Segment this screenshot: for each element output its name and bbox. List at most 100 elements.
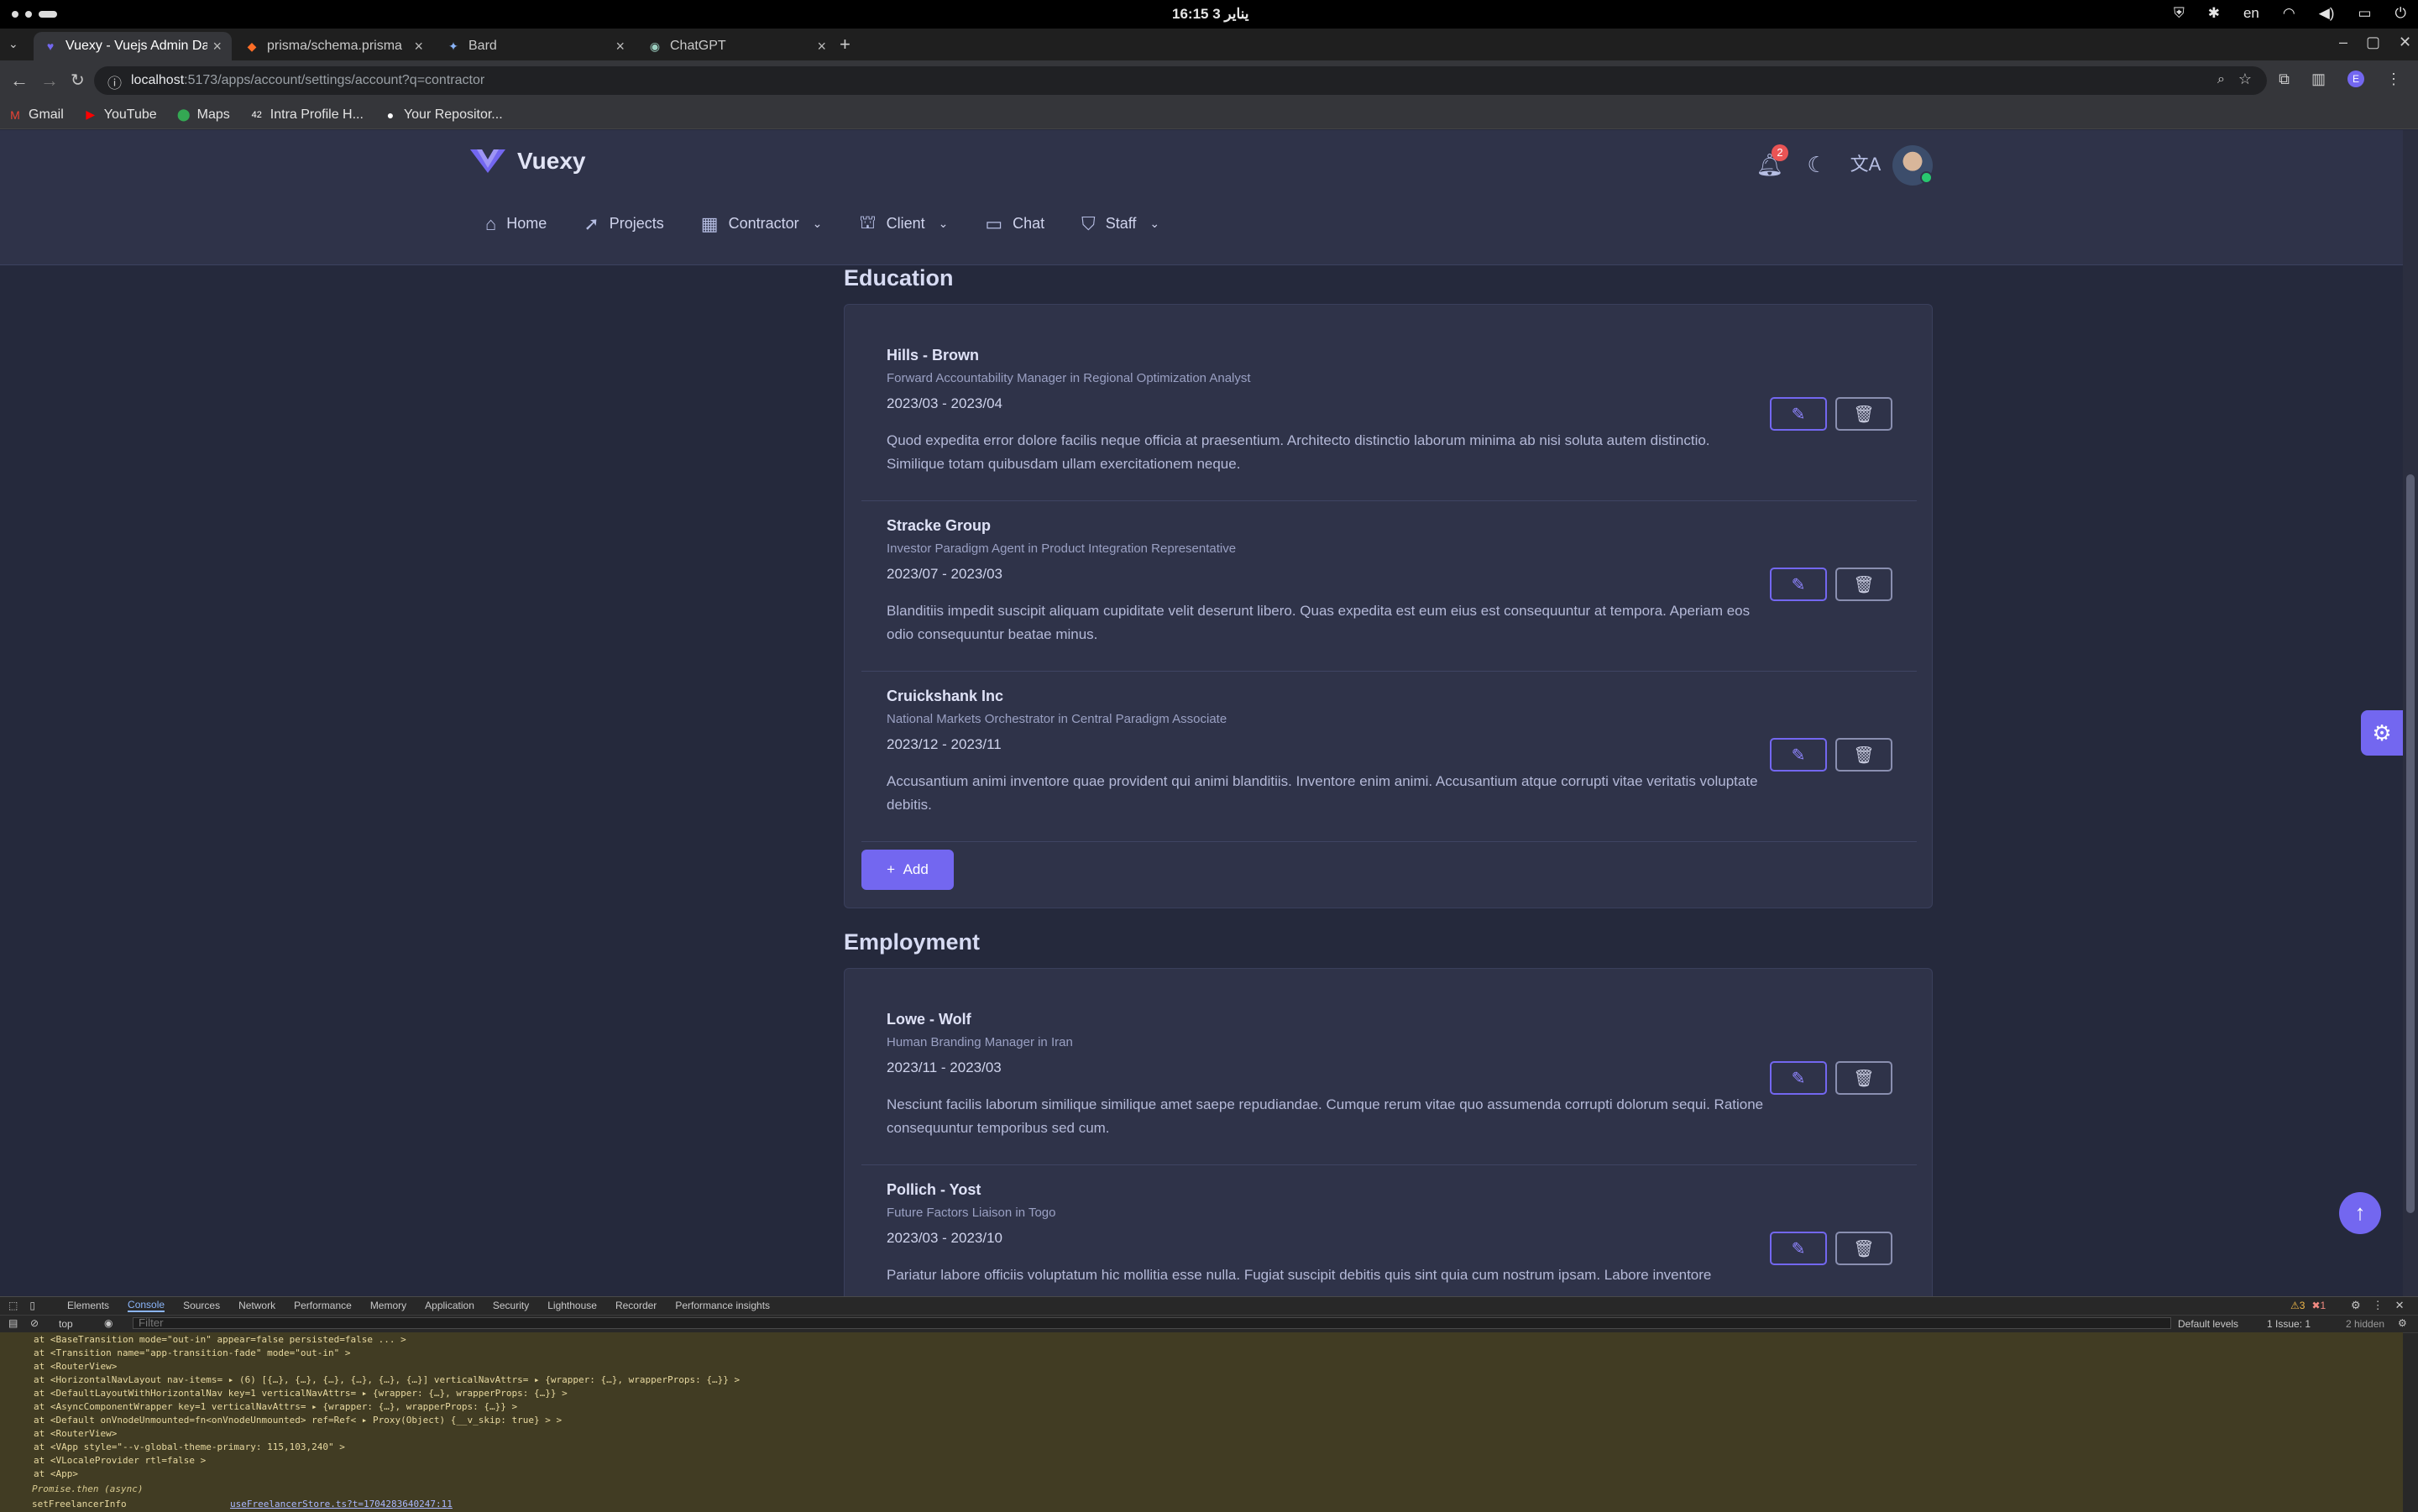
browser-tab[interactable]: ✦ Bard × <box>437 32 635 60</box>
side-panel-icon[interactable]: ▥ <box>2311 71 2326 88</box>
new-tab-button[interactable]: + <box>840 34 850 55</box>
battery-icon[interactable]: ▭ <box>2358 5 2371 22</box>
shield-icon[interactable]: ⛨ <box>2174 5 2185 22</box>
context-selector[interactable]: top <box>59 1318 73 1330</box>
tab-console[interactable]: Console <box>128 1299 165 1312</box>
education-entry: Stracke Group Investor Paradigm Agent in… <box>861 517 1917 672</box>
tab-elements[interactable]: Elements <box>67 1300 109 1311</box>
close-tab-icon[interactable]: × <box>212 38 222 55</box>
tab-memory[interactable]: Memory <box>370 1300 406 1311</box>
maximize-icon[interactable]: ▢ <box>2366 34 2380 51</box>
keyboard-layout[interactable]: en <box>2243 5 2259 22</box>
entry-dates: 2023/03 - 2023/10 <box>887 1230 1003 1246</box>
bookmark-maps[interactable]: ⬤ Maps <box>177 107 230 123</box>
volume-icon[interactable]: ◀) <box>2319 5 2335 22</box>
entry-dates: 2023/07 - 2023/03 <box>887 566 1003 582</box>
slack-icon[interactable]: ✱ <box>2208 5 2220 22</box>
power-icon[interactable]: ⏻ <box>2395 5 2406 22</box>
tab-performance-insights[interactable]: Performance insights <box>675 1300 770 1311</box>
edit-button[interactable]: ✎ <box>1770 1232 1827 1265</box>
tab-lighthouse[interactable]: Lighthouse <box>547 1300 597 1311</box>
edit-button[interactable]: ✎ <box>1770 738 1827 772</box>
warning-count: ⚠3 <box>2290 1300 2305 1311</box>
browser-tab[interactable]: ◉ ChatGPT × <box>638 32 836 60</box>
workspace-indicator[interactable] <box>12 11 57 18</box>
customizer-toggle-button[interactable]: ⚙ <box>2361 710 2403 756</box>
forward-icon[interactable]: → <box>40 70 59 92</box>
entry-company: Pollich - Yost <box>887 1181 981 1198</box>
theme-toggle-icon[interactable]: ☾ <box>1800 148 1834 181</box>
gear-icon: ⚙ <box>2372 720 2392 746</box>
url-host: localhost <box>131 73 185 87</box>
os-clock[interactable]: 16:15 3 يناير <box>1172 6 1249 23</box>
bookmark-github[interactable]: ● Your Repositor... <box>384 107 503 123</box>
browser-tab[interactable]: ◆ prisma/schema.prisma × <box>235 32 433 60</box>
menu-icon[interactable]: ⋮ <box>2386 71 2401 88</box>
bookmark-intra[interactable]: 42 Intra Profile H... <box>250 107 364 123</box>
site-info-icon[interactable]: ⓘ <box>107 71 122 92</box>
tab-network[interactable]: Network <box>238 1300 275 1311</box>
scroll-to-top-button[interactable]: ↑ <box>2339 1192 2381 1234</box>
nav-item-home[interactable]: ⌂ Home <box>485 212 547 236</box>
delete-button[interactable]: 🗑︎ <box>1835 738 1892 772</box>
close-tab-icon[interactable]: × <box>817 38 826 55</box>
zoom-icon[interactable]: ⌕ <box>2217 72 2225 87</box>
nav-item-contractor[interactable]: ▦ Contractor ⌄ <box>701 212 823 236</box>
edit-button[interactable]: ✎ <box>1770 1061 1827 1095</box>
close-devtools-icon[interactable]: ✕ <box>2395 1299 2405 1312</box>
devtools-counters[interactable]: ⚠3 ✖1 <box>2290 1300 2326 1311</box>
edit-button[interactable]: ✎ <box>1770 397 1827 431</box>
nav-item-chat[interactable]: ▭ Chat <box>985 212 1044 236</box>
eye-icon[interactable]: ◉ <box>104 1317 113 1329</box>
bookmark-youtube[interactable]: ▶ YouTube <box>84 107 156 123</box>
profile-icon[interactable]: E <box>2347 71 2364 87</box>
back-icon[interactable]: ← <box>10 70 29 92</box>
brand-logo[interactable]: Vuexy <box>470 148 585 175</box>
delete-button[interactable]: 🗑︎ <box>1835 1232 1892 1265</box>
extensions-icon[interactable]: ⧉ <box>2279 71 2290 88</box>
address-bar[interactable]: ⓘ localhost:5173/apps/account/settings/a… <box>94 66 2267 95</box>
entry-dates: 2023/03 - 2023/04 <box>887 395 1003 411</box>
add-education-button[interactable]: + Add <box>861 850 954 890</box>
reload-icon[interactable]: ↻ <box>71 70 85 91</box>
source-link[interactable]: useFreelancerStore.ts?t=1704283640247:11 <box>230 1499 453 1509</box>
bookmark-star-icon[interactable]: ☆ <box>2238 71 2252 88</box>
log-levels-dropdown[interactable]: Default levels <box>2178 1318 2238 1330</box>
nav-item-client[interactable]: ⛫ Client ⌄ <box>859 212 948 236</box>
avatar[interactable] <box>1892 145 1933 186</box>
page-scrollbar[interactable] <box>2403 130 2418 1297</box>
translate-icon[interactable]: 文A <box>1849 148 1882 181</box>
close-tab-icon[interactable]: × <box>414 38 423 55</box>
tab-recorder[interactable]: Recorder <box>615 1300 657 1311</box>
tab-application[interactable]: Application <box>425 1300 474 1311</box>
close-tab-icon[interactable]: × <box>615 38 625 55</box>
console-settings-icon[interactable]: ⚙ <box>2398 1317 2407 1329</box>
close-window-icon[interactable]: ✕ <box>2399 34 2411 51</box>
delete-button[interactable]: 🗑︎ <box>1835 568 1892 601</box>
horizontal-nav: ⌂ Home ➚ Projects ▦ Contractor ⌄ ⛫ Client ⌄ ▭ C… <box>485 212 1159 236</box>
scrollbar-thumb[interactable] <box>2406 474 2415 1213</box>
nav-item-projects[interactable]: ➚ Projects <box>584 212 663 236</box>
tab-search-icon[interactable]: ⌄ <box>8 37 18 51</box>
tab-sources[interactable]: Sources <box>183 1300 220 1311</box>
entry-role: Human Branding Manager in Iran <box>887 1035 1073 1049</box>
education-entry: Hills - Brown Forward Accountability Man… <box>861 347 1917 501</box>
settings-gear-icon[interactable]: ⚙ <box>2351 1299 2361 1312</box>
more-icon[interactable]: ⋮ <box>2373 1299 2384 1312</box>
browser-tab[interactable]: ♥ Vuexy - Vuejs Admin Da × <box>34 32 232 60</box>
tab-performance[interactable]: Performance <box>294 1300 352 1311</box>
delete-button[interactable]: 🗑︎ <box>1835 1061 1892 1095</box>
edit-button[interactable]: ✎ <box>1770 568 1827 601</box>
delete-button[interactable]: 🗑︎ <box>1835 397 1892 431</box>
minimize-icon[interactable]: – <box>2339 34 2347 51</box>
clear-console-icon[interactable]: ⊘ <box>30 1317 39 1329</box>
tab-security[interactable]: Security <box>493 1300 529 1311</box>
issues-count[interactable]: 1 Issue: 1 <box>2267 1318 2311 1330</box>
employment-entry: Lowe - Wolf Human Branding Manager in Ir… <box>861 1011 1917 1165</box>
nav-item-staff[interactable]: ⛉ Staff ⌄ <box>1081 212 1159 236</box>
console-filter-input[interactable] <box>133 1317 2171 1329</box>
url-text[interactable]: localhost:5173/apps/account/settings/acc… <box>131 73 484 88</box>
wifi-icon[interactable]: ◠ <box>2283 5 2295 22</box>
sidebar-toggle-icon[interactable]: ▤ <box>8 1317 18 1329</box>
bookmark-gmail[interactable]: M Gmail <box>8 107 64 123</box>
